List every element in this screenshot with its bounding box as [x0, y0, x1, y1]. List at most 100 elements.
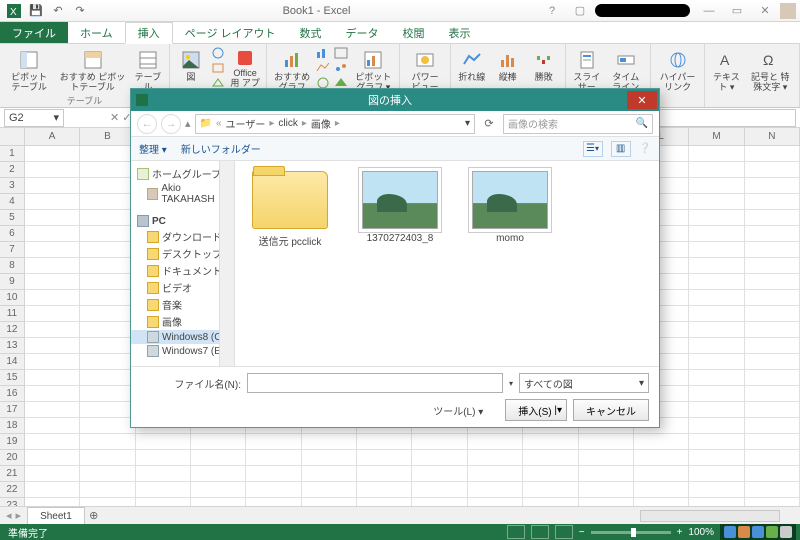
symbol-button[interactable]: Ω記号と 特殊文字 ▾ [745, 46, 795, 94]
cell[interactable] [689, 482, 744, 498]
cell[interactable] [25, 482, 80, 498]
cell[interactable] [136, 434, 191, 450]
cell[interactable] [689, 370, 744, 386]
cell[interactable] [191, 498, 246, 506]
powerview-button[interactable]: パワー ビュー [404, 46, 445, 94]
row-header[interactable]: 2 [0, 162, 25, 178]
back-button[interactable]: ← [137, 114, 157, 134]
cell[interactable] [80, 418, 135, 434]
cancel-button[interactable]: キャンセル [573, 399, 649, 421]
cell[interactable] [191, 434, 246, 450]
cell[interactable] [745, 498, 800, 506]
cell[interactable] [745, 146, 800, 162]
cell[interactable] [523, 450, 578, 466]
zoom-slider[interactable] [591, 531, 671, 534]
cell[interactable] [745, 338, 800, 354]
cell[interactable] [80, 146, 135, 162]
undo-icon[interactable]: ↶ [48, 2, 68, 20]
cell[interactable] [80, 402, 135, 418]
tab-data[interactable]: データ [334, 22, 391, 43]
tab-insert[interactable]: 挿入 [125, 22, 173, 44]
cell[interactable] [689, 354, 744, 370]
cell[interactable] [412, 466, 467, 482]
cell[interactable] [25, 354, 80, 370]
cell[interactable] [579, 466, 634, 482]
cell[interactable] [80, 386, 135, 402]
rec-pivot-button[interactable]: おすすめ ピボットテーブル [56, 46, 129, 94]
cell[interactable] [246, 466, 301, 482]
cell[interactable] [80, 210, 135, 226]
close-icon[interactable]: ✕ [752, 3, 778, 19]
cell[interactable] [745, 418, 800, 434]
cell[interactable] [468, 434, 523, 450]
account-badge[interactable] [595, 4, 690, 17]
cell[interactable] [136, 466, 191, 482]
cell[interactable] [246, 450, 301, 466]
cell[interactable] [25, 242, 80, 258]
tab-formulas[interactable]: 数式 [288, 22, 334, 43]
sheet-nav-next[interactable]: ▸ [16, 509, 22, 522]
tab-file[interactable]: ファイル [0, 22, 68, 43]
cell[interactable] [25, 450, 80, 466]
add-sheet-button[interactable]: ⊕ [85, 509, 103, 522]
ribbon-opts-icon[interactable]: ▢ [567, 3, 593, 19]
organize-menu[interactable]: 整理 ▾ [139, 141, 167, 156]
cell[interactable] [689, 274, 744, 290]
cell[interactable] [246, 482, 301, 498]
col-header[interactable]: M [689, 128, 744, 146]
row-header[interactable]: 6 [0, 226, 25, 242]
cell[interactable] [25, 498, 80, 506]
tab-home[interactable]: ホーム [68, 22, 125, 43]
cell[interactable] [745, 466, 800, 482]
row-header[interactable]: 9 [0, 274, 25, 290]
row-header[interactable]: 17 [0, 402, 25, 418]
office-apps-button[interactable]: Office 用 アプリ ▾ [228, 46, 262, 94]
h-scrollbar[interactable] [640, 510, 780, 522]
chart-types-2[interactable] [333, 46, 349, 90]
forward-button[interactable]: → [161, 114, 181, 134]
shapes-stack[interactable] [210, 46, 226, 90]
row-header[interactable]: 5 [0, 210, 25, 226]
cell[interactable] [357, 498, 412, 506]
insert-button[interactable]: 挿入(S) |▾ [505, 399, 567, 421]
row-header[interactable]: 10 [0, 290, 25, 306]
cell[interactable] [25, 434, 80, 450]
row-header[interactable]: 21 [0, 466, 25, 482]
cell[interactable] [745, 370, 800, 386]
cell[interactable] [25, 258, 80, 274]
search-input[interactable]: 画像の検索🔍 [503, 114, 653, 134]
row-header[interactable]: 15 [0, 370, 25, 386]
file-item[interactable]: momo [465, 171, 555, 244]
cell[interactable] [689, 162, 744, 178]
slicer-button[interactable]: スライサー [570, 46, 604, 94]
help-icon[interactable]: ❔ [639, 143, 651, 154]
cell[interactable] [25, 194, 80, 210]
cell[interactable] [357, 434, 412, 450]
rec-chart-button[interactable]: おすすめ グラフ [271, 46, 313, 94]
file-item[interactable]: 1370272403_8 [355, 171, 445, 244]
row-header[interactable]: 23 [0, 498, 25, 506]
cell[interactable] [302, 466, 357, 482]
cell[interactable] [357, 450, 412, 466]
cell[interactable] [25, 290, 80, 306]
cell[interactable] [25, 274, 80, 290]
cell[interactable] [80, 194, 135, 210]
cell[interactable] [191, 466, 246, 482]
cell[interactable] [412, 434, 467, 450]
cell[interactable] [689, 322, 744, 338]
cell[interactable] [468, 450, 523, 466]
cell[interactable] [689, 338, 744, 354]
cell[interactable] [689, 418, 744, 434]
view-break-icon[interactable] [555, 525, 573, 539]
cell[interactable] [357, 482, 412, 498]
cell[interactable] [80, 466, 135, 482]
close-button[interactable]: ✕ [627, 91, 657, 109]
tab-view[interactable]: 表示 [437, 22, 483, 43]
cell[interactable] [80, 226, 135, 242]
zoom-level[interactable]: 100% [688, 527, 714, 538]
cell[interactable] [689, 386, 744, 402]
cell[interactable] [689, 290, 744, 306]
col-header[interactable]: B [80, 128, 135, 146]
row-header[interactable]: 7 [0, 242, 25, 258]
tab-review[interactable]: 校閲 [391, 22, 437, 43]
